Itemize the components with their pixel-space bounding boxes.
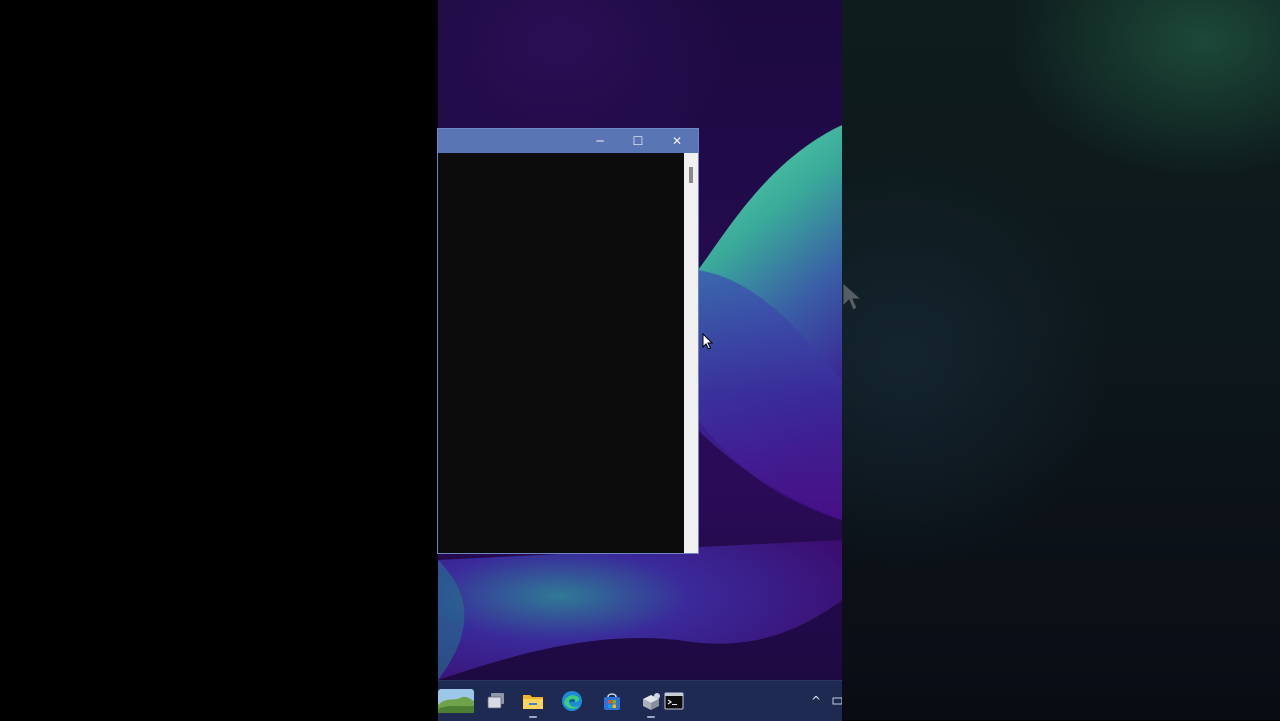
tray-icon-partial[interactable] bbox=[832, 689, 842, 713]
store-icon bbox=[604, 693, 620, 710]
store-button[interactable] bbox=[600, 689, 624, 713]
letterbox-right-blurred bbox=[842, 0, 1280, 720]
close-button[interactable]: ✕ bbox=[658, 129, 696, 153]
scrollbar-thumb[interactable] bbox=[689, 167, 693, 183]
tray-overflow-button[interactable]: ^ bbox=[804, 689, 828, 713]
file-explorer-button[interactable] bbox=[521, 689, 545, 718]
terminal-button[interactable] bbox=[662, 689, 686, 713]
edge-button[interactable] bbox=[560, 689, 584, 713]
terminal-icon bbox=[664, 692, 684, 710]
ghost-cursor-icon bbox=[842, 282, 862, 311]
maximize-icon: ☐ bbox=[632, 134, 644, 148]
mouse-pointer-icon bbox=[702, 333, 714, 350]
window-titlebar[interactable]: ─ ☐ ✕ bbox=[438, 129, 698, 153]
minimize-button[interactable]: ─ bbox=[581, 129, 619, 153]
task-view-icon bbox=[487, 693, 504, 709]
console-output[interactable] bbox=[438, 153, 684, 553]
letterbox-left bbox=[0, 0, 438, 720]
installer-icon bbox=[643, 693, 660, 710]
network-icon bbox=[832, 697, 842, 705]
installer-button[interactable] bbox=[639, 689, 663, 718]
folder-icon bbox=[523, 695, 543, 709]
maximize-button[interactable]: ☐ bbox=[619, 129, 657, 153]
widgets-button[interactable] bbox=[438, 689, 474, 713]
console-window[interactable]: ─ ☐ ✕ bbox=[438, 129, 698, 553]
close-icon: ✕ bbox=[671, 134, 683, 148]
landscape-icon bbox=[438, 689, 474, 713]
task-view-button[interactable] bbox=[484, 689, 508, 713]
chevron-up-icon: ^ bbox=[810, 694, 822, 708]
taskbar: ^ bbox=[438, 680, 842, 721]
running-indicator bbox=[529, 716, 537, 718]
running-indicator bbox=[647, 716, 655, 718]
edge-icon bbox=[562, 691, 582, 711]
vertical-scrollbar[interactable] bbox=[684, 153, 698, 553]
minimize-icon: ─ bbox=[596, 134, 604, 148]
